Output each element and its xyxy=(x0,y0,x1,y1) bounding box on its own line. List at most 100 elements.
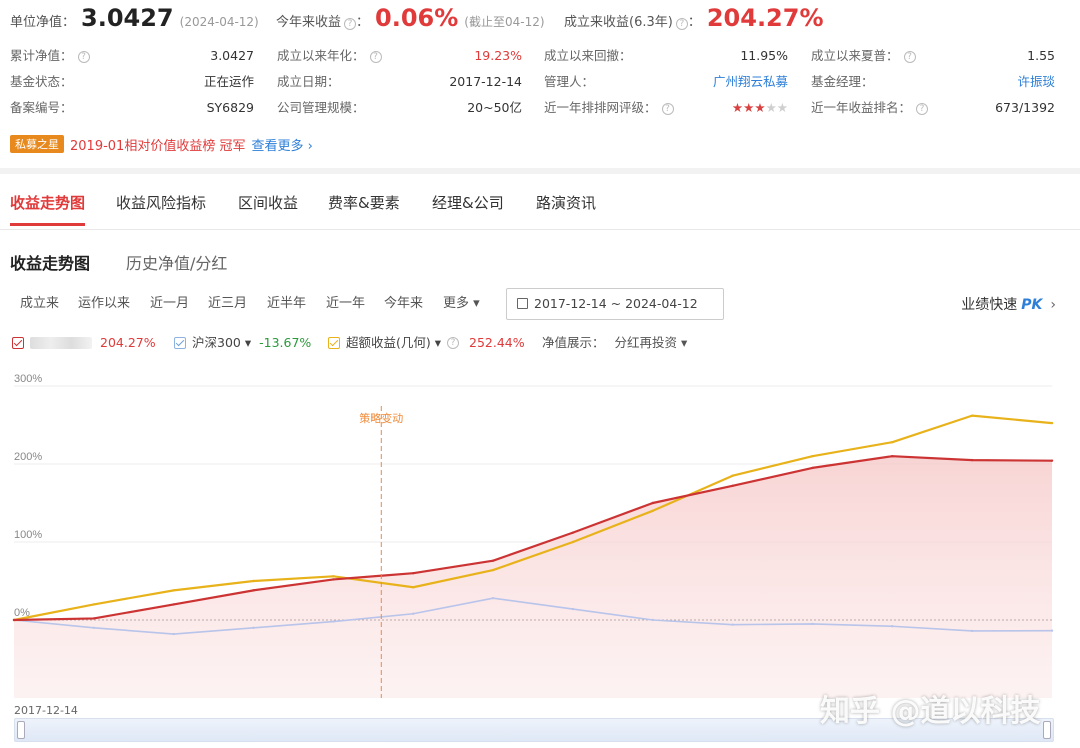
data-point xyxy=(252,589,255,592)
tab-return-chart[interactable]: 收益走势图 xyxy=(10,192,86,226)
legend-hs300-label[interactable]: 沪深300 ▾ xyxy=(192,334,251,352)
chevron-right-icon: › xyxy=(1050,297,1056,313)
help-icon[interactable]: ? xyxy=(903,50,916,63)
legend-fund[interactable]: 204.27% xyxy=(12,334,156,352)
range-more-dropdown[interactable]: 更多 ▾ xyxy=(443,294,480,314)
data-point xyxy=(252,626,255,629)
star-icon: ★ xyxy=(776,100,788,115)
data-point xyxy=(571,607,575,611)
event-marker-label: 策略变动 xyxy=(359,411,403,425)
data-point xyxy=(92,617,96,620)
range-1m[interactable]: 近一月 xyxy=(150,294,189,314)
data-point xyxy=(571,531,575,534)
help-icon[interactable]: ? xyxy=(344,18,357,30)
meta-value[interactable]: 广州翔云私募 xyxy=(713,72,788,92)
meta-key: 公司管理规模： xyxy=(277,100,365,115)
award-row: 私募之星 2019-01相对价值收益榜 冠军 查看更多 › xyxy=(10,134,313,154)
ytd-value: 0.06% xyxy=(375,4,459,32)
chart-svg[interactable]: 300%200%100%0%策略变动 xyxy=(0,372,1080,712)
data-point xyxy=(731,484,734,488)
star-icon: ★ xyxy=(743,100,755,115)
return-chart[interactable]: 300% 200% 100% 0% 策略变动 xyxy=(0,372,1080,712)
unit-nav: 单位净值： 3.0427 (2024-04-12) xyxy=(10,4,259,32)
range-3m[interactable]: 近三月 xyxy=(208,294,247,314)
display-mode-dropdown[interactable]: 分红再投资 ▾ xyxy=(615,334,688,352)
fund-area xyxy=(14,456,1052,698)
help-icon[interactable]: ? xyxy=(77,50,90,63)
subtab-return-chart[interactable]: 收益走势图 xyxy=(10,250,90,274)
calendar-icon xyxy=(517,298,528,309)
rating-stars: ★★★★★ xyxy=(732,98,788,118)
help-icon[interactable]: ? xyxy=(916,102,928,115)
meta-value[interactable]: 许振琰 xyxy=(1017,72,1055,92)
data-point xyxy=(1050,629,1054,632)
range-since-inception[interactable]: 成立来 xyxy=(20,294,59,314)
data-point xyxy=(891,455,894,458)
meta-key: 累计净值： xyxy=(10,48,73,63)
data-point xyxy=(811,622,814,626)
legend-excess[interactable]: 超额收益(几何) ▾ ? 252.44% xyxy=(328,334,525,352)
meta-value: 11.95% xyxy=(740,48,788,63)
tab-interval-return[interactable]: 区间收益 xyxy=(238,192,298,226)
unit-nav-date: (2024-04-12) xyxy=(179,15,259,29)
meta-value: 20~50亿 xyxy=(467,100,522,115)
data-point xyxy=(811,455,814,458)
date-range-picker[interactable]: 2017-12-14 ~ 2024-04-12 xyxy=(506,288,724,320)
meta-value: 673/1392 xyxy=(995,100,1055,115)
data-point xyxy=(92,603,96,606)
range-since-operation[interactable]: 运作以来 xyxy=(78,294,130,314)
meta-value: SY6829 xyxy=(206,100,254,115)
checkbox-icon[interactable] xyxy=(12,337,24,349)
help-icon[interactable]: ? xyxy=(369,50,382,63)
range-ytd[interactable]: 今年来 xyxy=(384,294,423,314)
data-point xyxy=(491,559,495,562)
data-point xyxy=(651,501,654,505)
date-range-text: 2017-12-14 ~ 2024-04-12 xyxy=(534,296,698,311)
tab-manager[interactable]: 经理&公司 xyxy=(432,192,504,226)
since-inception-return: 成立来收益(6.3年) ? ： 204.27% xyxy=(564,4,824,32)
data-point xyxy=(412,612,415,615)
data-point xyxy=(970,629,974,633)
scrollbar-left-handle[interactable] xyxy=(17,721,25,739)
meta-key: 管理人： xyxy=(544,74,595,89)
chart-legend: 204.27% 沪深300 ▾ -13.67% 超额收益(几何) ▾ ? 252… xyxy=(0,334,1080,352)
star-icon: ★ xyxy=(754,100,766,115)
tab-fees[interactable]: 费率&要素 xyxy=(328,192,400,226)
main-tabs: 收益走势图 收益风险指标 区间收益 费率&要素 经理&公司 路演资讯 xyxy=(0,174,1080,230)
meta-key: 成立以来回撤： xyxy=(544,48,632,63)
data-point xyxy=(811,466,814,470)
award-badge: 私募之星 xyxy=(10,135,64,153)
data-point xyxy=(252,579,255,583)
data-point xyxy=(1050,459,1054,462)
help-icon[interactable]: ? xyxy=(661,102,674,115)
checkbox-icon[interactable] xyxy=(174,337,186,349)
data-point xyxy=(1050,421,1054,425)
scrollbar-right-handle[interactable] xyxy=(1043,721,1051,739)
data-point xyxy=(571,540,575,544)
meta-row: 备案编号： SY6829 公司管理规模： 20~50亿 近一年排排网评级：? ★★★★★ 近… xyxy=(0,98,1080,118)
data-point xyxy=(651,509,654,512)
range-6m[interactable]: 近半年 xyxy=(267,294,306,314)
y-tick-label: 200% xyxy=(14,451,42,463)
meta-value: 正在运作 xyxy=(203,74,254,89)
range-1y[interactable]: 近一年 xyxy=(326,294,365,314)
data-point xyxy=(891,440,894,444)
tab-risk-metrics[interactable]: 收益风险指标 xyxy=(116,192,206,226)
tab-roadshow[interactable]: 路演资讯 xyxy=(536,192,596,226)
award-more-link[interactable]: 查看更多 › xyxy=(251,135,312,154)
help-icon[interactable]: ? xyxy=(675,18,688,30)
legend-hs300[interactable]: 沪深300 ▾ -13.67% xyxy=(174,334,311,352)
meta-value: 3.0427 xyxy=(210,48,254,63)
legend-fund-value: 204.27% xyxy=(100,335,156,350)
legend-hs300-value: -13.67% xyxy=(259,335,312,350)
pk-button[interactable]: 业绩快速 PK › xyxy=(961,294,1056,314)
legend-excess-value: 252.44% xyxy=(469,335,525,350)
display-mode-label: 净值展示： xyxy=(542,335,605,350)
data-point xyxy=(731,623,734,626)
legend-excess-label[interactable]: 超额收益(几何) ▾ xyxy=(346,334,441,352)
checkbox-icon[interactable] xyxy=(328,337,340,349)
y-tick-label: 100% xyxy=(14,529,42,541)
data-point xyxy=(172,589,175,592)
help-icon[interactable]: ? xyxy=(447,337,460,349)
subtab-history-nav[interactable]: 历史净值/分红 xyxy=(126,250,227,274)
